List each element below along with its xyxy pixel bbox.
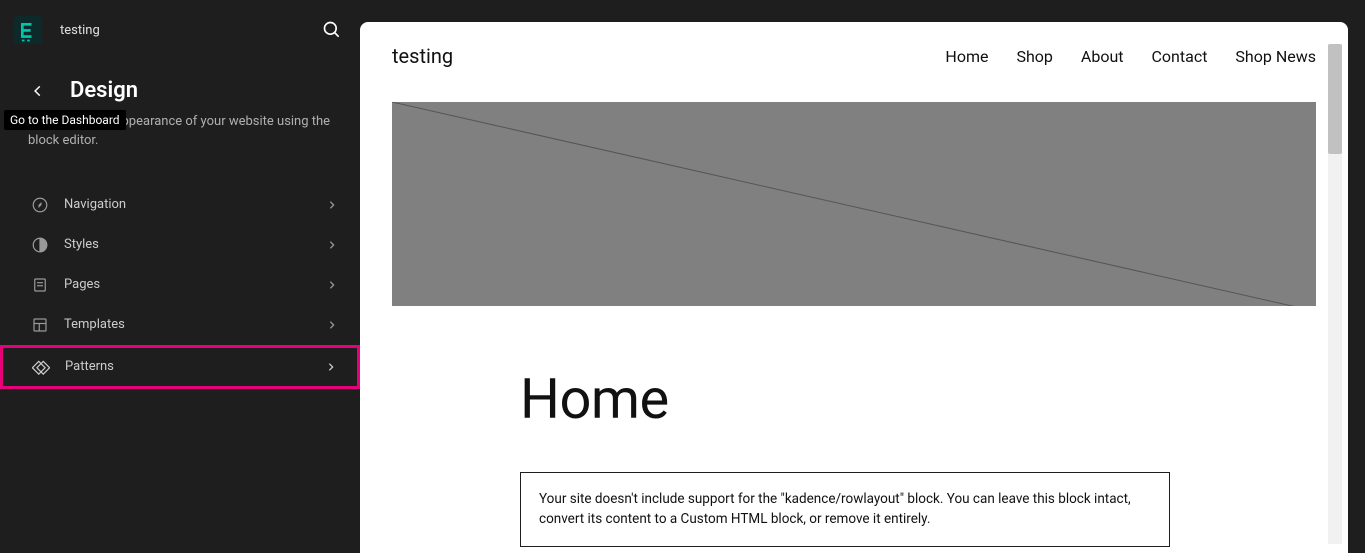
- menu-item-label: Navigation: [50, 197, 326, 212]
- nav-link-shop-news[interactable]: Shop News: [1235, 47, 1316, 66]
- compass-icon: [30, 195, 50, 215]
- dashboard-tooltip: Go to the Dashboard: [4, 110, 126, 130]
- menu-item-patterns[interactable]: Patterns: [0, 345, 360, 389]
- panel-header: Design Go to the Dashboard: [0, 60, 360, 103]
- menu-item-templates[interactable]: Templates: [0, 305, 360, 345]
- templates-icon: [30, 315, 50, 335]
- nav-link-about[interactable]: About: [1081, 47, 1124, 66]
- site-logo[interactable]: [4, 6, 52, 54]
- search-button[interactable]: [308, 6, 356, 54]
- pages-icon: [30, 275, 50, 295]
- panel-title: Design: [70, 78, 138, 103]
- menu-item-navigation[interactable]: Navigation: [0, 185, 360, 225]
- menu-item-label: Pages: [50, 277, 326, 292]
- preview-canvas[interactable]: testing Home Shop About Contact Shop New…: [360, 22, 1348, 553]
- menu-item-label: Templates: [50, 317, 326, 332]
- nav-link-home[interactable]: Home: [945, 47, 988, 66]
- editor-sidebar: testing Design Go to the Dashboard Custo…: [0, 0, 360, 553]
- nav-link-contact[interactable]: Contact: [1152, 47, 1208, 66]
- chevron-right-icon: [326, 200, 338, 210]
- chevron-right-icon: [326, 280, 338, 290]
- styles-icon: [30, 235, 50, 255]
- search-icon: [322, 20, 342, 40]
- chevron-left-icon: [31, 84, 45, 98]
- preview-site-header: testing Home Shop About Contact Shop New…: [360, 22, 1348, 90]
- site-name[interactable]: testing: [52, 23, 308, 38]
- nav-link-shop[interactable]: Shop: [1016, 47, 1052, 66]
- chevron-right-icon: [325, 362, 337, 372]
- preview-nav: Home Shop About Contact Shop News: [945, 47, 1316, 66]
- chevron-right-icon: [326, 240, 338, 250]
- preview-page-title: Home: [520, 366, 1180, 432]
- menu-item-styles[interactable]: Styles: [0, 225, 360, 265]
- menu-item-label: Styles: [50, 237, 326, 252]
- preview-content: Home Your site doesn't include support f…: [360, 306, 1180, 547]
- preview-hero-image: [392, 102, 1316, 306]
- menu-item-label: Patterns: [51, 359, 325, 374]
- sidebar-topbar: testing: [0, 0, 360, 60]
- preview-site-title[interactable]: testing: [392, 44, 453, 68]
- editor-main: testing Home Shop About Contact Shop New…: [360, 0, 1365, 553]
- placeholder-image-icon: [392, 102, 1316, 306]
- scrollbar-thumb[interactable]: [1328, 44, 1342, 154]
- patterns-icon: [31, 357, 51, 377]
- back-button[interactable]: [28, 84, 48, 98]
- design-menu: Navigation Styles Pages: [0, 185, 360, 389]
- logo-icon: [14, 16, 42, 44]
- block-support-notice: Your site doesn't include support for th…: [520, 472, 1170, 547]
- chevron-right-icon: [326, 320, 338, 330]
- menu-item-pages[interactable]: Pages: [0, 265, 360, 305]
